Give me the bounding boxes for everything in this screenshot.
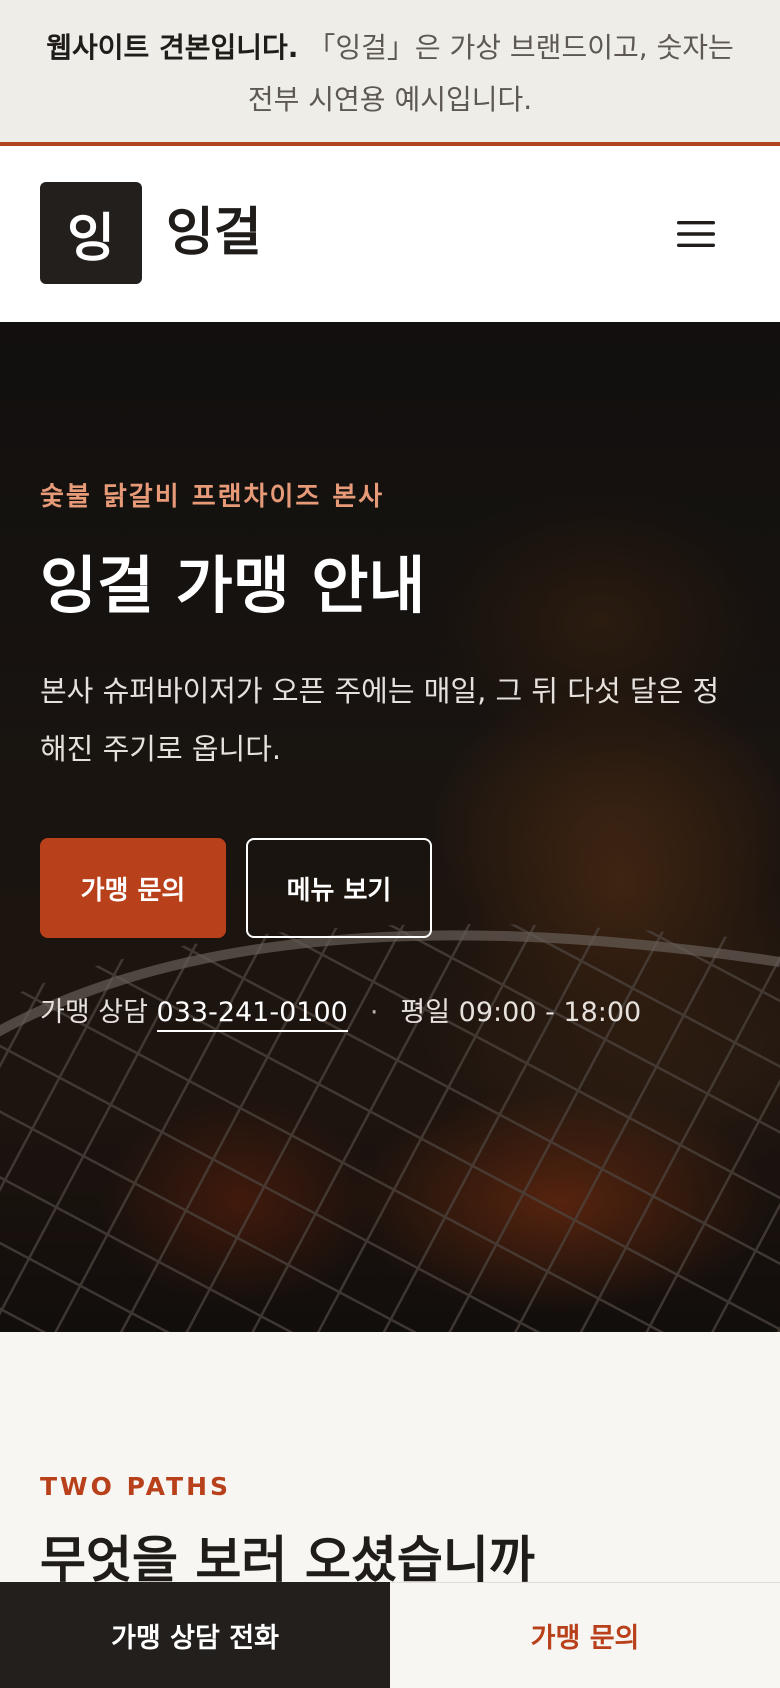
hero-contact-line: 가맹 상담 033-241-0100 · 평일 09:00 - 18:00	[40, 990, 642, 1032]
hero-title: 잉걸 가맹 안내	[40, 549, 426, 622]
grill-background-image	[0, 322, 780, 1332]
contact-label: 가맹 상담	[40, 997, 148, 1028]
notice-bold-text: 웹사이트 견본입니다.	[46, 31, 299, 64]
bottom-inquiry-button[interactable]: 가맹 문의	[390, 1582, 780, 1688]
hero-section: 숯불 닭갈비 프랜차이즈 본사 잉걸 가맹 안내 본사 슈퍼바이저가 오픈 주에…	[0, 322, 780, 1332]
notice-text: 「잉걸」은 가상 브랜드이고, 숫자는 전부 시연용 예시입니다.	[247, 31, 734, 116]
call-consultation-button[interactable]: 가맹 상담 전화	[0, 1582, 390, 1688]
section-eyebrow: TWO PATHS	[40, 1472, 232, 1501]
logo-mark[interactable]: 잉	[40, 182, 142, 284]
contact-separator: ·	[369, 997, 379, 1028]
franchise-inquiry-button[interactable]: 가맹 문의	[40, 838, 226, 938]
demo-notice-banner: 웹사이트 견본입니다. 「잉걸」은 가상 브랜드이고, 숫자는 전부 시연용 예…	[0, 0, 780, 146]
site-header: 잉 잉걸	[0, 146, 780, 322]
brand-name[interactable]: 잉걸	[166, 198, 262, 268]
hamburger-menu-icon	[677, 221, 715, 247]
view-menu-button[interactable]: 메뉴 보기	[246, 838, 432, 938]
business-hours: 평일 09:00 - 18:00	[400, 997, 642, 1028]
menu-button[interactable]	[660, 198, 732, 270]
phone-link[interactable]: 033-241-0100	[156, 997, 348, 1032]
hero-eyebrow: 숯불 닭갈비 프랜차이즈 본사	[40, 482, 385, 512]
hero-description: 본사 슈퍼바이저가 오픈 주에는 매일, 그 뒤 다섯 달은 정해진 주기로 옵…	[40, 674, 720, 766]
bottom-action-bar: 가맹 상담 전화 가맹 문의	[0, 1582, 780, 1688]
